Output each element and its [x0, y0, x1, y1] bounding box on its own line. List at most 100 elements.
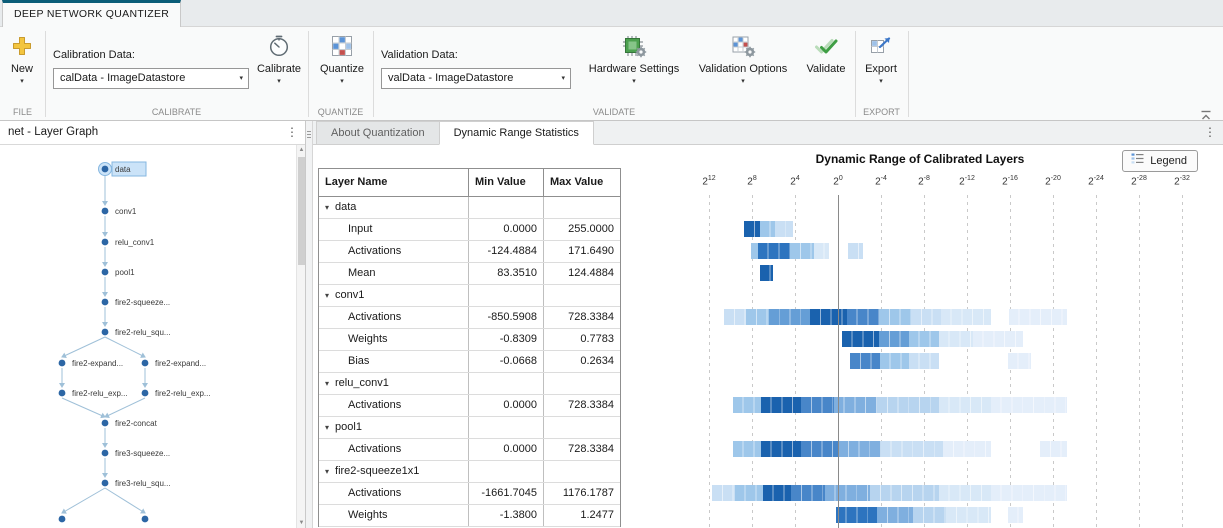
- table-row[interactable]: Input 0.0000 255.0000: [319, 219, 620, 241]
- table-row[interactable]: Weights -0.8309 0.7783: [319, 329, 620, 351]
- collapse-triangle-icon[interactable]: ▾: [325, 467, 329, 476]
- document-tabbar: About Quantization Dynamic Range Statist…: [313, 121, 1223, 145]
- graph-node[interactable]: [101, 238, 109, 246]
- panel-menu-icon[interactable]: ⋮: [1203, 121, 1217, 144]
- range-bar-segment: [1007, 507, 1023, 523]
- graph-node[interactable]: [141, 359, 149, 367]
- layer-graph-canvas[interactable]: data conv1 relu_conv1 pool1 fire2-squeeze...…: [0, 145, 296, 528]
- range-bar-segment: [939, 397, 991, 413]
- new-button-label: New: [10, 63, 33, 75]
- graph-node[interactable]: [101, 298, 109, 306]
- table-row[interactable]: Weights -1.3800 1.2477: [319, 505, 620, 527]
- graph-node-label[interactable]: fire2-expand...: [72, 359, 123, 368]
- graph-node-label[interactable]: fire2-squeeze...: [115, 298, 170, 307]
- graph-node-label[interactable]: fire2-relu_exp...: [72, 389, 128, 398]
- collapse-triangle-icon[interactable]: ▾: [325, 291, 329, 300]
- graph-node-label[interactable]: fire3-relu_squ...: [115, 479, 171, 488]
- panel-menu-icon[interactable]: ⋮: [285, 121, 299, 144]
- hardware-settings-label: Hardware Settings: [588, 63, 680, 75]
- table-row[interactable]: Mean 83.3510 124.4884: [319, 263, 620, 285]
- range-bar-segment: [774, 221, 793, 237]
- graph-node-label[interactable]: fire2-expand...: [155, 359, 206, 368]
- legend-button[interactable]: Legend: [1122, 150, 1198, 172]
- column-header-min-value[interactable]: Min Value: [469, 169, 544, 196]
- x-axis-tick-label: 24: [790, 175, 800, 188]
- column-header-layer-name[interactable]: Layer Name: [319, 169, 469, 196]
- graph-node[interactable]: [58, 389, 66, 397]
- calibration-data-value: calData - ImageDatastore: [60, 72, 186, 84]
- section-label-file: FILE: [12, 107, 32, 117]
- graph-node-label[interactable]: fire2-relu_exp...: [155, 389, 211, 398]
- graph-node[interactable]: [101, 479, 109, 487]
- validation-options-button[interactable]: Validation Options ▾: [694, 30, 792, 86]
- scroll-up-icon[interactable]: ▲: [297, 145, 306, 155]
- quantize-button[interactable]: Quantize ▾: [316, 30, 368, 86]
- table-row[interactable]: Activations -850.5908 728.3384: [319, 307, 620, 329]
- min-value-cell: [469, 197, 544, 218]
- range-bar-segment: [846, 309, 879, 325]
- graph-node-label[interactable]: pool1: [115, 268, 135, 277]
- graph-node-label[interactable]: fire2-relu_squ...: [115, 328, 171, 337]
- range-bar-segment: [712, 485, 735, 501]
- layer-name-cell: ▾ relu_conv1: [319, 373, 469, 394]
- export-button[interactable]: Export ▾: [858, 30, 904, 86]
- layer-graph-scrollbar[interactable]: ▲ ▼: [296, 145, 305, 528]
- min-value-cell: 0.0000: [469, 219, 544, 240]
- collapse-triangle-icon[interactable]: ▾: [325, 423, 329, 432]
- panel-splitter[interactable]: [306, 121, 313, 528]
- gridline: [1182, 195, 1183, 528]
- graph-node-label[interactable]: fire2-concat: [115, 419, 158, 428]
- min-value-cell: -1661.7045: [469, 483, 544, 504]
- hardware-settings-button[interactable]: Hardware Settings ▾: [584, 30, 684, 86]
- section-label-export: EXPORT: [863, 107, 900, 117]
- zero-exponent-line: [838, 195, 839, 528]
- graph-node-label[interactable]: relu_conv1: [115, 238, 155, 247]
- graph-node[interactable]: [101, 328, 109, 336]
- ribbon-toolbar: New ▾ FILE Calibration Data: calData - I…: [0, 27, 1223, 121]
- graph-node[interactable]: [101, 165, 109, 173]
- validate-button[interactable]: Validate: [800, 30, 852, 76]
- range-bar-segment: [759, 265, 774, 281]
- table-row[interactable]: ▾ relu_conv1: [319, 373, 620, 395]
- graph-node[interactable]: [141, 389, 149, 397]
- layer-group-name: relu_conv1: [335, 377, 389, 389]
- range-bar-segment: [881, 441, 944, 457]
- scrollbar-thumb[interactable]: [298, 157, 305, 265]
- layer-graph-svg: data conv1 relu_conv1 pool1 fire2-squeeze...…: [58, 161, 211, 523]
- graph-node[interactable]: [101, 449, 109, 457]
- table-row[interactable]: Activations -124.4884 171.6490: [319, 241, 620, 263]
- calibration-data-dropdown[interactable]: calData - ImageDatastore ▾: [53, 68, 249, 89]
- collapse-ribbon-button[interactable]: [1199, 108, 1213, 120]
- graph-node[interactable]: [101, 207, 109, 215]
- table-row[interactable]: ▾ fire2-squeeze1x1: [319, 461, 620, 483]
- new-button[interactable]: New ▾: [2, 30, 42, 86]
- graph-node[interactable]: [58, 515, 66, 523]
- graph-node[interactable]: [141, 515, 149, 523]
- table-row[interactable]: Bias -0.0668 0.2634: [319, 351, 620, 373]
- range-bar-segment: [801, 397, 834, 413]
- scroll-down-icon[interactable]: ▼: [297, 518, 306, 528]
- graph-node-label[interactable]: fire3-squeeze...: [115, 449, 170, 458]
- graph-node[interactable]: [101, 419, 109, 427]
- max-value-cell: 1176.1787: [562, 487, 614, 499]
- column-header-max-value[interactable]: Max Value: [544, 169, 620, 196]
- tab-about-quantization[interactable]: About Quantization: [316, 121, 440, 144]
- layer-name-cell: Activations: [319, 307, 469, 328]
- graph-node-label[interactable]: conv1: [115, 207, 137, 216]
- graph-node[interactable]: [58, 359, 66, 367]
- tab-dynamic-range-statistics[interactable]: Dynamic Range Statistics: [438, 121, 594, 145]
- table-row[interactable]: ▾ conv1: [319, 285, 620, 307]
- table-row[interactable]: Activations 0.0000 728.3384: [319, 439, 620, 461]
- graph-node-label[interactable]: data: [115, 165, 131, 174]
- graph-node[interactable]: [101, 268, 109, 276]
- collapse-triangle-icon[interactable]: ▾: [325, 203, 329, 212]
- collapse-triangle-icon[interactable]: ▾: [325, 379, 329, 388]
- table-row[interactable]: ▾ pool1: [319, 417, 620, 439]
- min-value-cell: [469, 417, 544, 438]
- table-row[interactable]: Activations -1661.7045 1176.1787: [319, 483, 620, 505]
- table-row[interactable]: ▾ data: [319, 197, 620, 219]
- table-row[interactable]: Activations 0.0000 728.3384: [319, 395, 620, 417]
- calibrate-button[interactable]: Calibrate ▾: [253, 30, 305, 86]
- validation-data-dropdown[interactable]: valData - ImageDatastore ▾: [381, 68, 571, 89]
- app-tab-deep-network-quantizer[interactable]: DEEP NETWORK QUANTIZER: [2, 0, 182, 27]
